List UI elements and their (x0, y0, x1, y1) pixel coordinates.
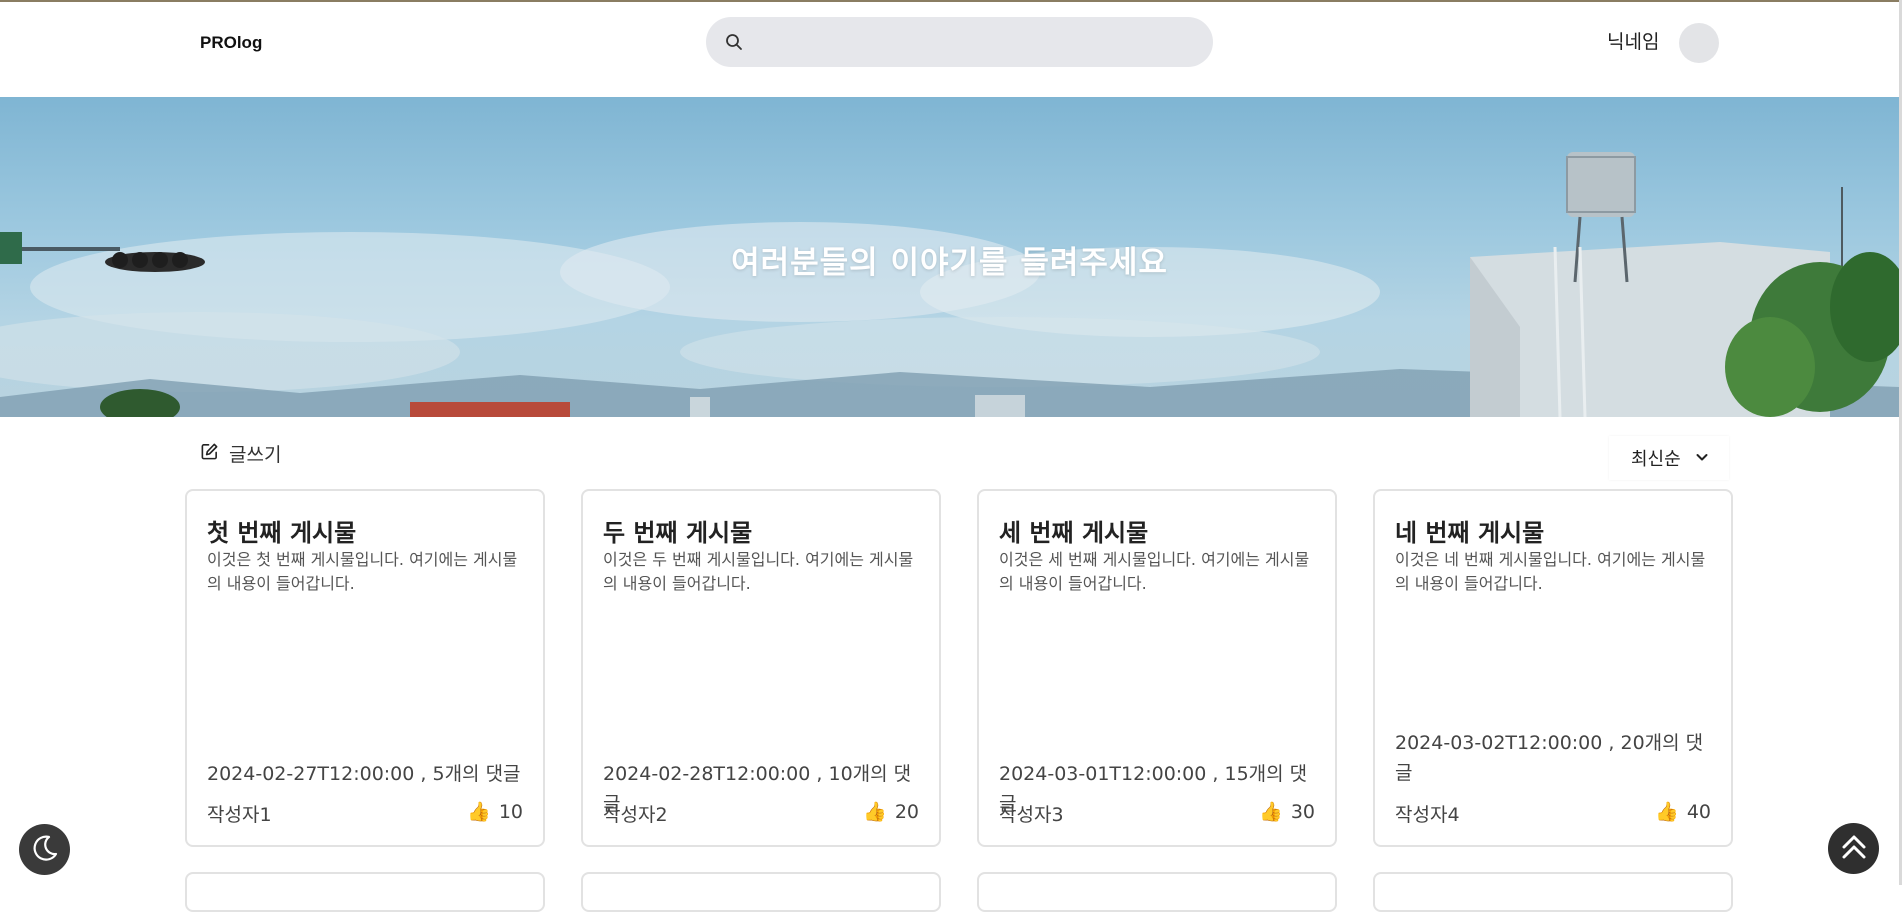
scroll-to-top-button[interactable] (1828, 823, 1879, 874)
hero-banner: 여러분들의 이야기를 들려주세요 (0, 97, 1899, 417)
post-like-count: 10 (498, 800, 523, 823)
post-author: 작성자4 (1395, 804, 1460, 826)
chevron-down-icon (1695, 449, 1709, 468)
write-post-button[interactable]: 글쓰기 (200, 440, 281, 466)
post-title[interactable]: 네 번째 게시물 (1395, 513, 1544, 548)
post-excerpt: 이것은 세 번째 게시물입니다. 여기에는 게시물의 내용이 들어갑니다. (999, 550, 1310, 593)
post-like-count: 30 (1290, 800, 1315, 823)
post-author: 작성자1 (207, 804, 272, 826)
thumbs-up-icon: 👍 (1655, 801, 1679, 823)
post-excerpt: 이것은 두 번째 게시물입니다. 여기에는 게시물의 내용이 들어갑니다. (603, 550, 914, 593)
post-title[interactable]: 첫 번째 게시물 (207, 513, 356, 548)
thumbs-up-icon: 👍 (863, 801, 887, 823)
sort-selected-label: 최신순 (1631, 449, 1681, 470)
post-likes[interactable]: 👍 40 (1655, 800, 1711, 824)
post-card[interactable]: 세 번째 게시물 이것은 세 번째 게시물입니다. 여기에는 게시물의 내용이 … (977, 489, 1337, 847)
post-title[interactable]: 두 번째 게시물 (603, 513, 752, 548)
post-likes[interactable]: 👍 20 (863, 800, 919, 824)
search-icon[interactable] (724, 32, 744, 52)
post-likes[interactable]: 👍 10 (467, 800, 523, 824)
post-card[interactable] (185, 872, 545, 912)
post-card[interactable] (977, 872, 1337, 912)
hero-title: 여러분들의 이야기를 들려주세요 (731, 245, 1168, 281)
site-header: PROlog 닉네임 (0, 2, 1899, 97)
write-post-label: 글쓰기 (229, 443, 282, 466)
avatar[interactable] (1679, 23, 1719, 63)
post-likes[interactable]: 👍 30 (1259, 800, 1315, 824)
moon-icon (30, 833, 60, 867)
thumbs-up-icon: 👍 (467, 801, 491, 823)
sort-dropdown[interactable]: 최신순 (1609, 436, 1729, 480)
post-author: 작성자2 (603, 804, 668, 826)
site-logo[interactable]: PROlog (200, 33, 262, 53)
post-excerpt: 이것은 네 번째 게시물입니다. 여기에는 게시물의 내용이 들어갑니다. (1395, 550, 1706, 593)
post-title[interactable]: 세 번째 게시물 (999, 513, 1148, 548)
user-nickname[interactable]: 닉네임 (1607, 27, 1659, 54)
post-card[interactable]: 두 번째 게시물 이것은 두 번째 게시물입니다. 여기에는 게시물의 내용이 … (581, 489, 941, 847)
search-bar[interactable] (706, 17, 1213, 67)
dark-mode-toggle[interactable] (19, 824, 70, 875)
thumbs-up-icon: 👍 (1259, 801, 1283, 823)
post-card[interactable]: 첫 번째 게시물 이것은 첫 번째 게시물입니다. 여기에는 게시물의 내용이 … (185, 489, 545, 847)
post-author: 작성자3 (999, 804, 1064, 826)
double-chevron-up-icon (1838, 831, 1870, 867)
post-meta: 2024-03-02T12:00:00 , 20개의 댓글 (1395, 732, 1704, 784)
post-like-count: 40 (1686, 800, 1711, 823)
post-card[interactable] (1373, 872, 1733, 912)
post-meta: 2024-02-27T12:00:00 , 5개의 댓글 (207, 763, 521, 785)
post-like-count: 20 (894, 800, 919, 823)
post-excerpt: 이것은 첫 번째 게시물입니다. 여기에는 게시물의 내용이 들어갑니다. (207, 550, 518, 593)
post-card[interactable]: 네 번째 게시물 이것은 네 번째 게시물입니다. 여기에는 게시물의 내용이 … (1373, 489, 1733, 847)
pencil-square-icon (200, 442, 219, 465)
post-card[interactable] (581, 872, 941, 912)
search-input[interactable] (752, 17, 1192, 67)
